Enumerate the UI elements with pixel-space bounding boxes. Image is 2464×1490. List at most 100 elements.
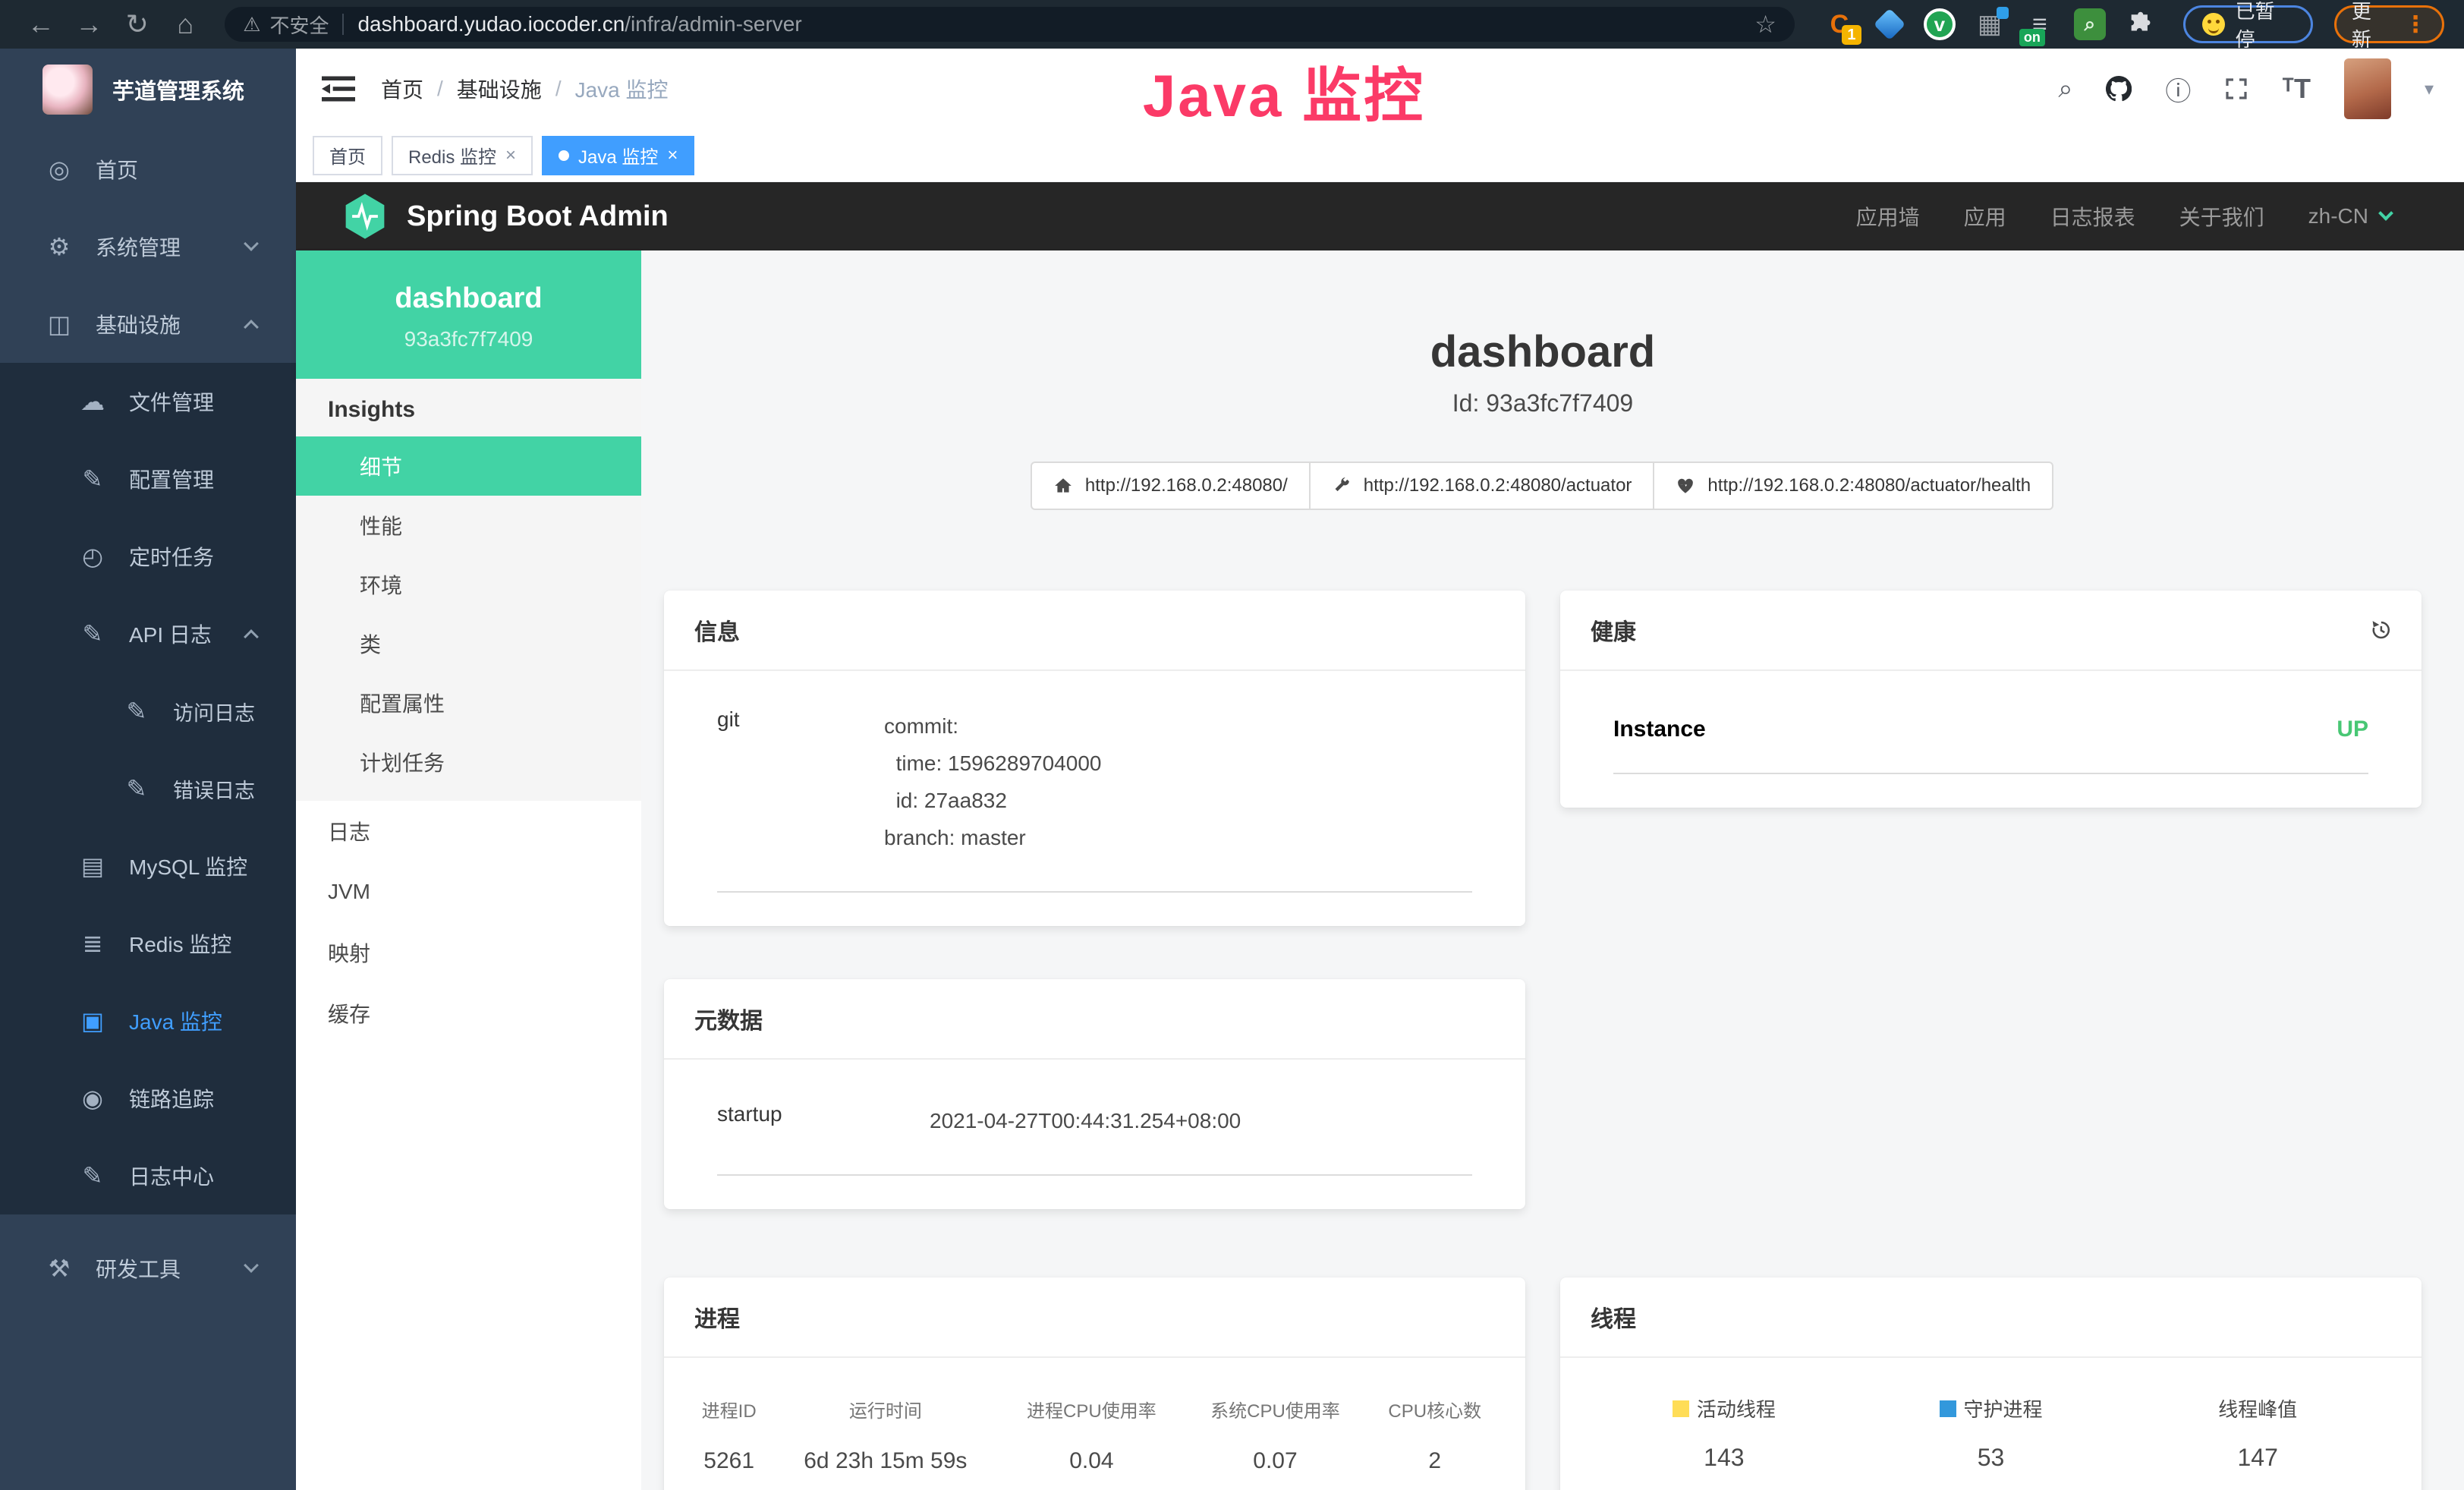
extension-v-icon[interactable]: v bbox=[1924, 8, 1956, 40]
avatar-caret-icon[interactable]: ▾ bbox=[2425, 78, 2434, 100]
sidebar-item-infrastructure[interactable]: ◫ 基础设施 bbox=[0, 285, 296, 363]
sidebar-item-api-log[interactable]: ✎ API 日志 bbox=[0, 595, 296, 673]
close-icon[interactable]: × bbox=[667, 145, 678, 166]
tab-home[interactable]: 首页 bbox=[313, 136, 382, 175]
sidebar-item-redis-monitor[interactable]: ≣ Redis 监控 bbox=[0, 905, 296, 982]
edit-icon: ✎ bbox=[76, 465, 109, 493]
health-url-chip[interactable]: http://192.168.0.2:48080/actuator/health bbox=[1653, 461, 2053, 510]
active-dot bbox=[559, 150, 569, 161]
update-label: 更新 bbox=[2352, 0, 2390, 52]
sidebar-item-scheduled-jobs[interactable]: ◴ 定时任务 bbox=[0, 518, 296, 595]
help-icon[interactable]: ⓘ bbox=[2165, 71, 2191, 108]
tab-redis-monitor[interactable]: Redis 监控 × bbox=[392, 136, 533, 175]
nav-applications-wall[interactable]: 应用墙 bbox=[1856, 201, 1920, 232]
legend-peak-threads: 线程峰值 147 bbox=[2124, 1394, 2391, 1472]
breadcrumb-home[interactable]: 首页 bbox=[381, 74, 423, 104]
clock-icon: ◴ bbox=[76, 542, 109, 571]
pid-value: 5261 bbox=[687, 1433, 771, 1482]
search-icon[interactable]: ⌕ bbox=[2058, 74, 2072, 104]
divider bbox=[342, 14, 344, 35]
nav-about[interactable]: 关于我们 bbox=[2179, 201, 2264, 232]
sidebar-item-access-log[interactable]: ✎ 访问日志 bbox=[0, 673, 296, 750]
instance-header: dashboard 93a3fc7f7409 bbox=[296, 250, 641, 379]
extension-search-icon[interactable]: ⌕ bbox=[2074, 8, 2106, 40]
github-icon[interactable] bbox=[2106, 76, 2132, 102]
sidebar-item-devtools[interactable]: ⚒ 研发工具 bbox=[0, 1230, 296, 1307]
process-table: 进程ID 运行时间 进程CPU使用率 系统CPU使用率 CPU核心数 bbox=[687, 1385, 1503, 1482]
avatar[interactable] bbox=[2344, 58, 2391, 119]
spring-boot-admin-title[interactable]: Spring Boot Admin bbox=[407, 200, 669, 233]
browser-toolbar: ← → ↻ ⌂ ⚠ 不安全 dashboard.yudao.iocoder.cn… bbox=[0, 0, 2464, 49]
nav-journal[interactable]: 日志报表 bbox=[2050, 201, 2135, 232]
sidebar-item-mysql-monitor[interactable]: ▤ MySQL 监控 bbox=[0, 827, 296, 905]
home-icon bbox=[1053, 476, 1073, 496]
divider bbox=[717, 1174, 1472, 1176]
live-threads-value: 143 bbox=[1591, 1444, 1858, 1472]
insights-item-details[interactable]: 细节 bbox=[296, 436, 641, 496]
app-header: 首页 / 基础设施 / Java 监控 Java 监控 ⌕ ⓘ ᵀT ▾ bbox=[296, 49, 2464, 129]
hamburger-menu-icon[interactable] bbox=[322, 75, 355, 102]
font-size-icon[interactable]: ᵀT bbox=[2282, 73, 2311, 105]
extension-grid-icon[interactable]: ▦ bbox=[1974, 8, 2006, 40]
peak-threads-value: 147 bbox=[2124, 1444, 2391, 1472]
health-instance-label: Instance bbox=[1613, 717, 1706, 742]
insights-item-metrics[interactable]: 性能 bbox=[296, 496, 641, 555]
sidebar-item-trace[interactable]: ◉ 链路追踪 bbox=[0, 1060, 296, 1137]
sidebar-item-home[interactable]: ◎ 首页 bbox=[0, 131, 296, 208]
log-edit-icon: ✎ bbox=[120, 774, 153, 803]
divider bbox=[1613, 773, 2368, 774]
chevron-up-icon bbox=[244, 320, 259, 335]
sidebar-item-system[interactable]: ⚙ 系统管理 bbox=[0, 208, 296, 285]
extension-puzzle-icon[interactable] bbox=[2124, 8, 2156, 40]
forward-icon[interactable]: → bbox=[68, 0, 111, 49]
threads-card-title: 线程 bbox=[1560, 1277, 2422, 1358]
extension-colorzilla-icon[interactable]: C 1 bbox=[1824, 8, 1855, 40]
insights-item-caches[interactable]: 缓存 bbox=[296, 983, 641, 1044]
insights-item-classes[interactable]: 类 bbox=[296, 614, 641, 673]
tab-java-monitor[interactable]: Java 监控 × bbox=[542, 136, 694, 175]
chevron-down-icon bbox=[244, 236, 259, 251]
uptime-value: 6d 23h 15m 59s bbox=[771, 1433, 999, 1482]
spring-boot-admin-logo bbox=[343, 193, 387, 240]
breadcrumb-infra[interactable]: 基础设施 bbox=[457, 74, 542, 104]
security-label[interactable]: 不安全 bbox=[269, 11, 329, 39]
annotation-overlay-text: Java 监控 bbox=[1143, 49, 1425, 134]
history-icon[interactable] bbox=[2368, 619, 2391, 641]
sidebar-item-config-manage[interactable]: ✎ 配置管理 bbox=[0, 440, 296, 518]
page-title: dashboard bbox=[664, 326, 2422, 377]
sidebar-item-file-manage[interactable]: ☁ 文件管理 bbox=[0, 363, 296, 440]
extension-list-icon[interactable]: ≡ on bbox=[2024, 8, 2056, 40]
browser-menu-icon[interactable]: ⋮ bbox=[2404, 11, 2427, 38]
address-bar[interactable]: ⚠ 不安全 dashboard.yudao.iocoder.cn /infra/… bbox=[225, 7, 1795, 42]
chrome-update-button[interactable]: 更新 ⋮ bbox=[2334, 5, 2444, 43]
sidebar-item-log-center[interactable]: ✎ 日志中心 bbox=[0, 1137, 296, 1214]
insights-item-scheduled-tasks[interactable]: 计划任务 bbox=[296, 732, 641, 792]
insights-item-config-props[interactable]: 配置属性 bbox=[296, 673, 641, 732]
insights-item-logs[interactable]: 日志 bbox=[296, 801, 641, 862]
sidebar-item-error-log[interactable]: ✎ 错误日志 bbox=[0, 750, 296, 827]
insights-item-jvm[interactable]: JVM bbox=[296, 862, 641, 922]
home-icon[interactable]: ⌂ bbox=[165, 0, 207, 49]
instance-url-group: http://192.168.0.2:48080/ http://192.168… bbox=[664, 461, 2422, 510]
close-icon[interactable]: × bbox=[505, 145, 516, 166]
back-icon[interactable]: ← bbox=[20, 0, 62, 49]
tampermonkey-paused-pill[interactable]: 已暂停 bbox=[2183, 5, 2313, 43]
fullscreen-icon[interactable] bbox=[2224, 77, 2248, 101]
nav-applications[interactable]: 应用 bbox=[1964, 201, 2006, 232]
reload-icon[interactable]: ↻ bbox=[116, 0, 159, 49]
insights-item-mappings[interactable]: 映射 bbox=[296, 922, 641, 983]
table-row: 5261 6d 23h 15m 59s 0.04 0.07 2 bbox=[687, 1433, 1503, 1482]
divider bbox=[717, 891, 1472, 893]
actuator-url-chip[interactable]: http://192.168.0.2:48080/actuator bbox=[1309, 461, 1655, 510]
instance-name: dashboard bbox=[308, 282, 629, 315]
insights-item-environment[interactable]: 环境 bbox=[296, 555, 641, 614]
system-cpu-value: 0.07 bbox=[1183, 1433, 1367, 1482]
bookmark-star-icon[interactable]: ☆ bbox=[1754, 10, 1776, 39]
extension-gem-icon[interactable] bbox=[1874, 8, 1905, 40]
service-url-chip[interactable]: http://192.168.0.2:48080/ bbox=[1031, 461, 1311, 510]
language-selector[interactable]: zh-CN bbox=[2308, 204, 2391, 228]
sidebar-item-java-monitor[interactable]: ▣ Java 监控 bbox=[0, 982, 296, 1060]
daemon-threads-value: 53 bbox=[1858, 1444, 2125, 1472]
cpu-cores-value: 2 bbox=[1367, 1433, 1503, 1482]
legend-daemon-threads: 守护进程 53 bbox=[1858, 1394, 2125, 1472]
